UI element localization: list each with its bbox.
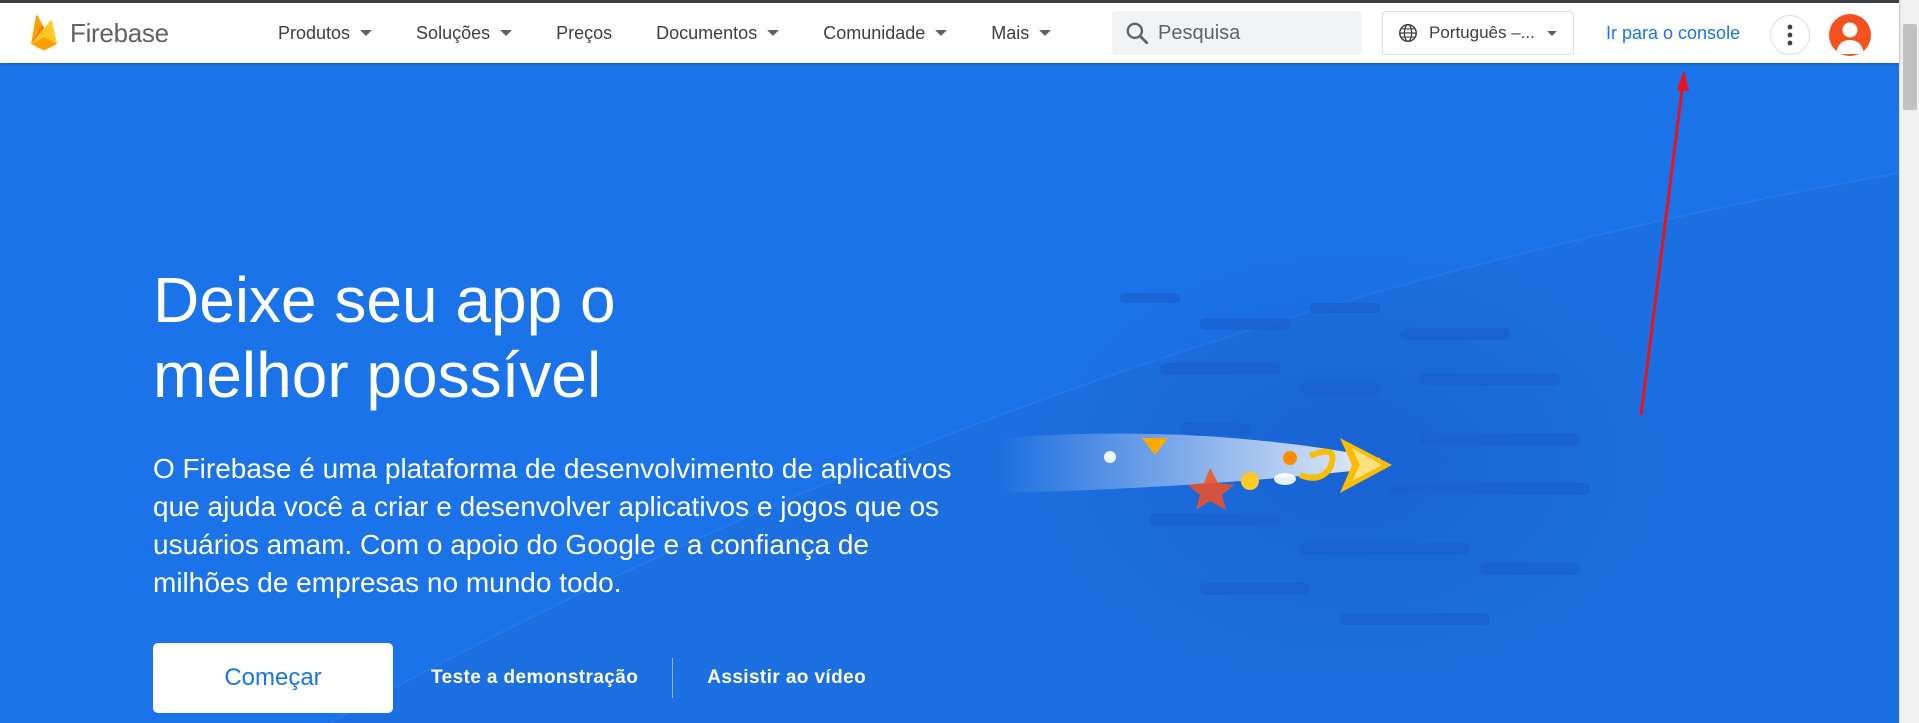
nav-item-documentos[interactable]: Documentos	[634, 3, 801, 63]
language-label: Português –...	[1429, 23, 1535, 42]
globe-icon	[1399, 24, 1417, 42]
nav-item-label: Comunidade	[823, 22, 926, 43]
caret-down-icon	[767, 30, 780, 36]
go-to-console-link[interactable]: Ir para o console	[1606, 23, 1740, 44]
cta-row: Começar Teste a demonstração Assistir ao…	[153, 643, 866, 713]
caret-down-icon	[1039, 30, 1052, 36]
firebase-flame-icon	[31, 15, 57, 51]
nav-item-solucoes[interactable]: Soluções	[394, 3, 534, 63]
brand[interactable]: Firebase	[28, 14, 256, 52]
main-nav: Produtos Soluções Preços Documentos Comu…	[256, 3, 1073, 63]
get-started-button[interactable]: Começar	[153, 643, 393, 713]
search-input[interactable]	[1158, 21, 1348, 45]
caret-down-icon	[935, 30, 948, 36]
nav-item-label: Mais	[991, 22, 1030, 43]
caret-down-icon	[360, 30, 373, 36]
page-scrollbar[interactable]	[1899, 0, 1919, 723]
nav-item-label: Documentos	[656, 22, 758, 43]
hero-section: Deixe seu app o melhor possível O Fireba…	[0, 63, 1899, 723]
browser-viewport: Firebase Produtos Soluções Preços Docume…	[0, 0, 1919, 723]
caret-down-icon	[500, 30, 513, 36]
nav-item-label: Preços	[556, 22, 613, 43]
nav-item-mais[interactable]: Mais	[969, 3, 1073, 63]
more-options-button[interactable]	[1770, 15, 1810, 55]
nav-item-label: Soluções	[416, 22, 491, 43]
try-demo-button[interactable]: Teste a demonstração	[431, 667, 638, 689]
cta-divider	[672, 658, 674, 698]
nav-item-comunidade[interactable]: Comunidade	[801, 3, 969, 63]
brand-name: Firebase	[70, 17, 169, 48]
top-navigation-bar: Firebase Produtos Soluções Preços Docume…	[0, 0, 1899, 63]
nav-item-precos[interactable]: Preços	[534, 3, 634, 63]
search-box[interactable]	[1112, 11, 1362, 55]
more-vert-icon	[1787, 24, 1793, 46]
user-avatar-icon[interactable]	[1829, 14, 1871, 56]
language-selector[interactable]: Português –...	[1382, 11, 1574, 55]
hero-description: O Firebase é uma plataforma de desenvolv…	[153, 453, 952, 598]
person-icon	[1836, 22, 1864, 54]
hero-title: Deixe seu app o melhor possível	[153, 264, 616, 411]
nav-item-label: Produtos	[278, 22, 351, 43]
scrollbar-thumb[interactable]	[1903, 24, 1917, 110]
search-icon[interactable]	[1124, 20, 1150, 46]
nav-item-produtos[interactable]: Produtos	[256, 3, 394, 63]
caret-down-icon	[1546, 30, 1557, 36]
watch-video-button[interactable]: Assistir ao vídeo	[707, 667, 866, 689]
